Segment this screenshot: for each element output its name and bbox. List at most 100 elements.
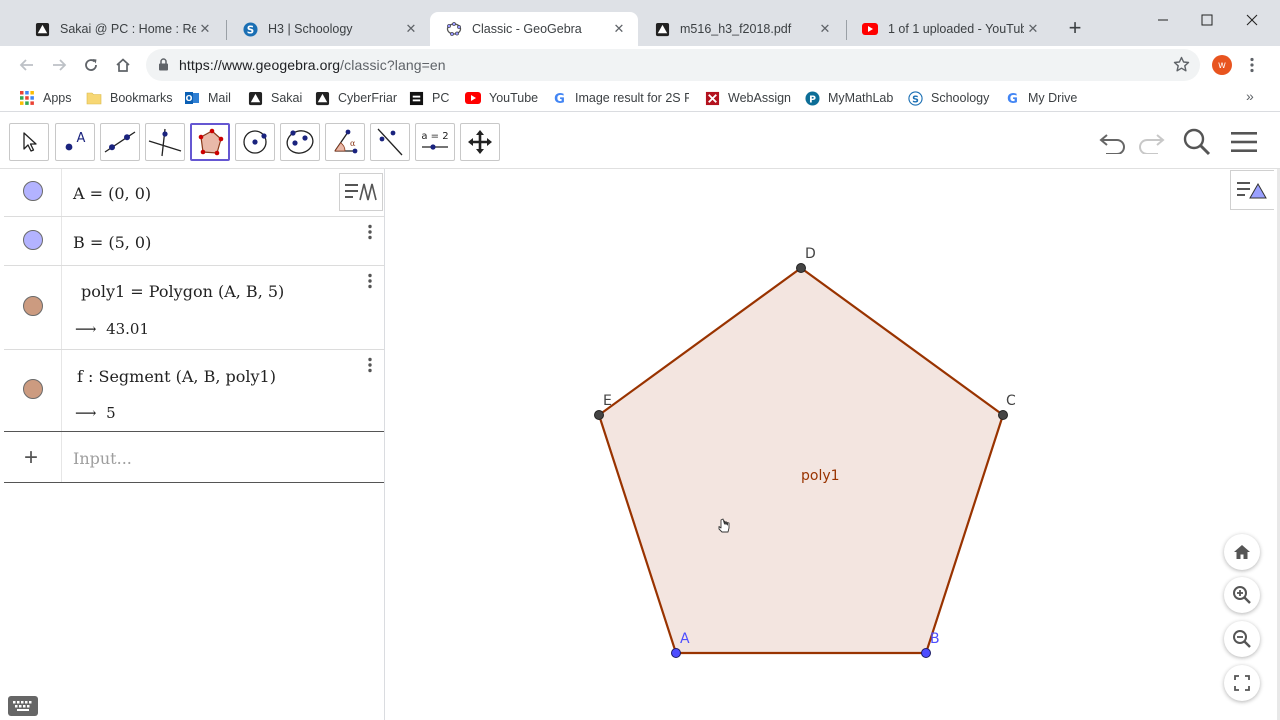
move-tool-icon[interactable] [9,123,49,161]
bookmark-bookmarks-folder[interactable]: Bookmarks [86,89,173,107]
algebra-row[interactable]: poly1 = Polygon (A, B, 5) ⟶ 43.01 [4,266,384,350]
main-menu-icon[interactable] [1227,125,1261,159]
point-c[interactable] [998,410,1008,420]
close-icon[interactable]: ✕ [196,21,214,37]
move-graphics-view-tool-icon[interactable] [460,123,500,161]
circle-tool-icon[interactable] [235,123,275,161]
tab-sakai[interactable]: Sakai @ PC : Home : Resou ✕ [18,12,224,46]
bookmark-label: Sakai [271,91,303,105]
object-definition[interactable]: poly1 = Polygon (A, B, 5) [81,282,284,301]
mymathlab-icon: P [804,90,820,106]
bookmark-sakai[interactable]: Sakai [247,89,302,107]
home-icon[interactable] [111,53,135,77]
object-definition[interactable]: f : Segment (A, B, poly1) [77,367,276,386]
bookmark-star-icon[interactable] [1173,56,1190,78]
forward-icon[interactable] [47,53,71,77]
bookmark-mymathlab[interactable]: P MyMathLab [804,89,893,107]
object-definition[interactable]: B = (5, 0) [73,233,151,252]
bookmark-my-drive[interactable]: G My Drive [1004,89,1078,107]
slider-tool-icon[interactable]: a = 2 [415,123,455,161]
perpendicular-line-tool-icon[interactable] [145,123,185,161]
more-bookmarks-icon[interactable]: » [1246,88,1254,104]
polygon-poly1[interactable] [597,266,1005,655]
bookmark-image-result[interactable]: G Image result for 2S P [551,89,689,107]
algebra-row[interactable]: f : Segment (A, B, poly1) ⟶ 5 [4,350,384,432]
bookmark-pc[interactable]: PC [408,89,449,107]
close-icon[interactable]: ✕ [816,21,834,37]
undo-icon[interactable] [1096,125,1130,159]
reload-icon[interactable] [79,53,103,77]
angle-tool-icon[interactable]: α [325,123,365,161]
more-options-icon[interactable] [364,270,376,292]
reflect-tool-icon[interactable] [370,123,410,161]
point-d[interactable] [796,263,806,273]
keyboard-icon[interactable] [8,696,38,716]
bookmark-cyberfriar[interactable]: CyberFriar [314,89,397,107]
bookmark-webassign[interactable]: WebAssign [704,89,791,107]
back-icon[interactable] [15,53,39,77]
polygon-label: poly1 [801,468,840,484]
conic-tool-icon[interactable] [280,123,320,161]
bookmark-label: Bookmarks [110,91,173,105]
youtube-icon [862,21,878,37]
graphics-canvas[interactable]: poly1 A B C D E [392,169,1277,717]
search-icon[interactable] [1180,125,1214,159]
point-b[interactable] [921,648,931,658]
profile-avatar[interactable]: w [1212,55,1232,75]
geogebra-icon [446,21,462,37]
bookmark-mail[interactable]: O Mail [184,89,231,107]
visibility-toggle[interactable] [23,296,43,316]
minimize-icon[interactable] [1148,8,1178,32]
algebra-input-row[interactable]: + Input... [4,432,384,483]
algebra-row[interactable]: A = (0, 0) [4,169,384,217]
bookmark-schoology[interactable]: S Schoology [907,89,989,107]
value-arrow: ⟶ [75,404,97,422]
add-item-icon[interactable]: + [24,444,38,472]
google-icon: G [551,90,567,106]
point-label-c: C [1006,393,1016,409]
bookmark-youtube[interactable]: YouTube [465,89,538,107]
maximize-icon[interactable] [1192,8,1222,32]
visibility-toggle[interactable] [23,181,43,201]
close-window-icon[interactable] [1237,8,1267,32]
point-tool-icon[interactable]: A [55,123,95,161]
svg-text:S: S [912,94,919,105]
browser-menu-icon[interactable] [1244,54,1260,76]
zoom-in-button[interactable] [1224,577,1260,613]
algebra-row[interactable]: B = (5, 0) [4,217,384,266]
object-definition[interactable]: A = (0, 0) [73,184,151,203]
visibility-toggle[interactable] [23,230,43,250]
algebra-input[interactable]: Input... [73,449,132,468]
home-view-button[interactable] [1224,534,1260,570]
tab-label: Sakai @ PC : Home : Resou [60,22,196,36]
webassign-icon [704,90,720,106]
bookmarks-bar: Apps Bookmarks O Mail Sakai CyberFriar P… [0,84,1280,112]
polygon-tool-icon[interactable] [190,123,230,161]
value-text: 5 [106,404,116,422]
close-icon[interactable]: ✕ [610,21,628,37]
new-tab-button[interactable]: + [1064,17,1086,40]
tab-youtube[interactable]: 1 of 1 uploaded - YouTube ✕ [846,12,1052,46]
more-options-icon[interactable] [364,354,376,376]
tab-schoology[interactable]: S H3 | Schoology ✕ [226,12,430,46]
visibility-toggle[interactable] [23,379,43,399]
tab-geogebra[interactable]: Classic - GeoGebra ✕ [430,12,638,46]
redo-icon[interactable] [1134,125,1168,159]
point-e[interactable] [594,410,604,420]
algebra-style-bar-button[interactable] [339,173,383,211]
address-bar[interactable]: https://www.geogebra.org/classic?lang=en [146,49,1200,81]
line-tool-icon[interactable] [100,123,140,161]
bookmark-apps[interactable]: Apps [19,89,72,107]
tab-pdf[interactable]: m516_h3_f2018.pdf ✕ [638,12,844,46]
geogebra-toolbar: A α a = 2 [0,113,1280,169]
close-icon[interactable]: ✕ [402,21,420,37]
graphics-view[interactable]: poly1 A B C D E [392,169,1277,717]
zoom-out-button[interactable] [1224,621,1260,657]
more-options-icon[interactable] [364,221,376,243]
graphics-style-bar-button[interactable] [1230,170,1274,210]
fullscreen-button[interactable] [1224,665,1260,701]
point-label-e: E [603,393,612,409]
close-icon[interactable]: ✕ [1024,21,1042,37]
tab-label: H3 | Schoology [268,22,353,36]
point-a[interactable] [671,648,681,658]
